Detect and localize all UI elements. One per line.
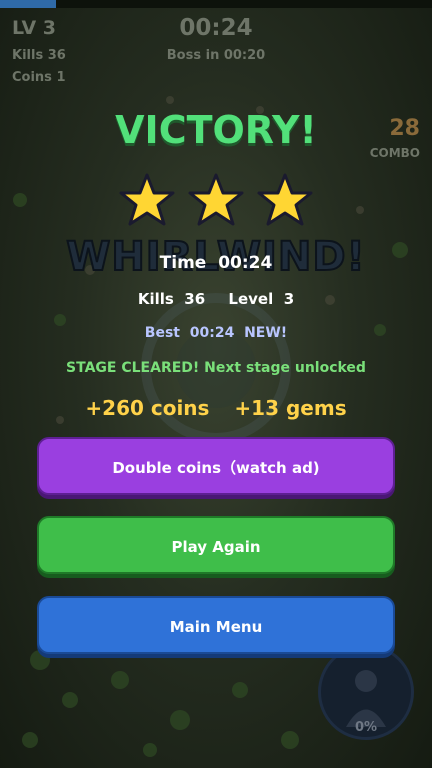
- result-stats: Kills 36 Level 3: [0, 290, 432, 308]
- play-again-button[interactable]: Play Again: [37, 516, 395, 574]
- star-icon: [257, 173, 313, 226]
- star-icon: [119, 173, 175, 226]
- main-menu-button[interactable]: Main Menu: [37, 596, 395, 654]
- rewards: +260 coins +13 gems: [0, 396, 432, 420]
- best-value: 00:24: [189, 325, 235, 341]
- coins-reward: +260 coins: [85, 396, 210, 420]
- new-record-badge: NEW!: [244, 325, 288, 341]
- level-label: Level: [228, 290, 274, 308]
- kills-value: 36: [184, 290, 206, 308]
- xp-bar-fill: [0, 0, 57, 8]
- best-label: Best: [144, 325, 180, 341]
- level-value: 3: [283, 290, 295, 308]
- hud-boss-countdown: Boss in 00:20: [166, 48, 266, 63]
- hud-timer: 00:24: [179, 15, 253, 41]
- result-time: Time 00:24: [0, 253, 432, 273]
- double-coins-button[interactable]: Double coins（watch ad): [37, 437, 395, 495]
- ability-charge-percent: 0%: [354, 720, 378, 735]
- time-label: Time: [159, 253, 207, 273]
- time-value: 00:24: [218, 253, 273, 273]
- xp-bar: [0, 0, 432, 8]
- hud-coins: Coins 1: [12, 70, 66, 85]
- stage-cleared-message: STAGE CLEARED! Next stage unlocked: [66, 360, 366, 376]
- gems-reward: +13 gems: [234, 396, 347, 420]
- victory-title: VICTORY!: [115, 108, 317, 152]
- star-icon: [188, 173, 244, 226]
- kills-label: Kills: [137, 290, 174, 308]
- result-best: Best 00:24 NEW!: [0, 325, 432, 341]
